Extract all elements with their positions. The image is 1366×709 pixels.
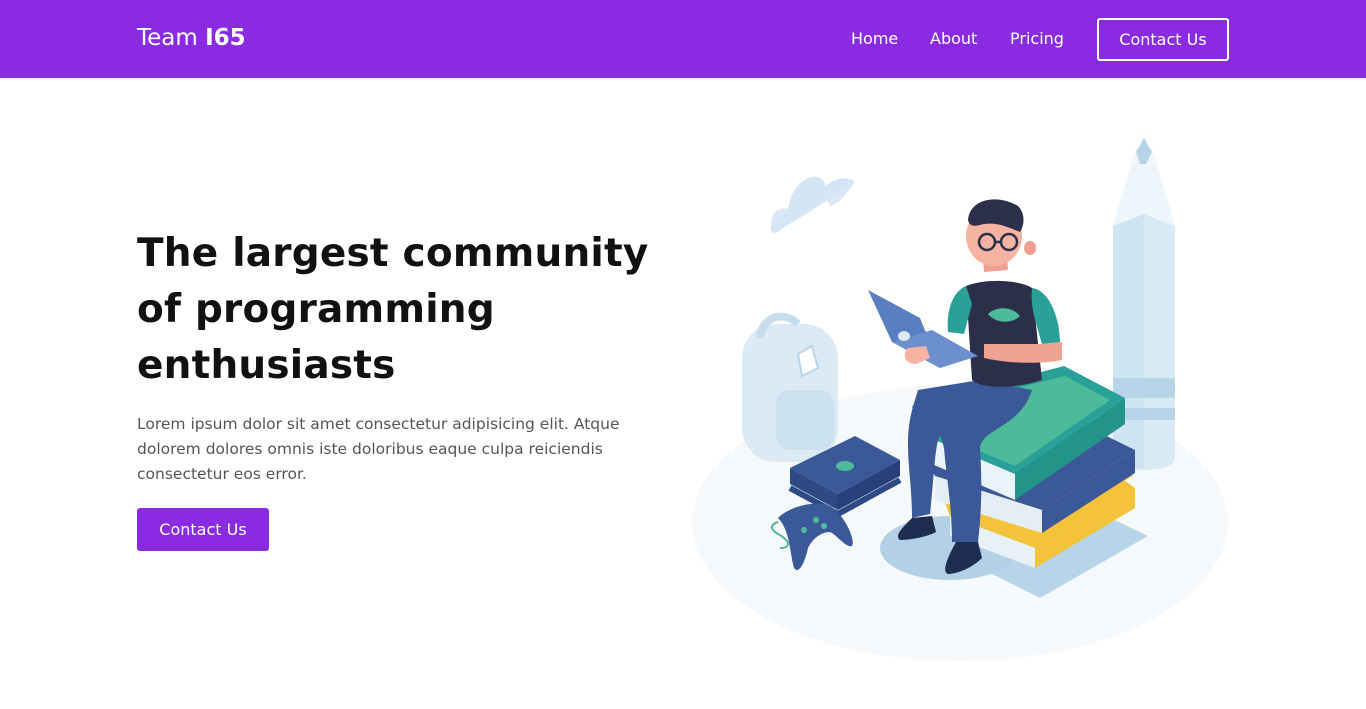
nav-contact-button[interactable]: Contact Us [1097,18,1229,61]
brand-name-light: Team [137,25,206,51]
cloud-icon [770,176,855,233]
hero-contact-button[interactable]: Contact Us [137,508,269,551]
hero-description: Lorem ipsum dolor sit amet consectetur a… [137,415,620,483]
navbar: Team I65 Home About Pricing Contact Us [0,0,1366,78]
hero-title: The largest community of programming ent… [137,231,649,388]
brand-logo[interactable]: Team I65 [137,23,246,53]
backpack-icon [742,312,838,462]
nav-link-pricing[interactable]: Pricing [1010,28,1064,50]
nav-link-about[interactable]: About [930,28,977,50]
brand-name-bold: I65 [205,25,246,51]
hero-illustration [692,138,1228,661]
nav-link-home[interactable]: Home [851,28,898,50]
